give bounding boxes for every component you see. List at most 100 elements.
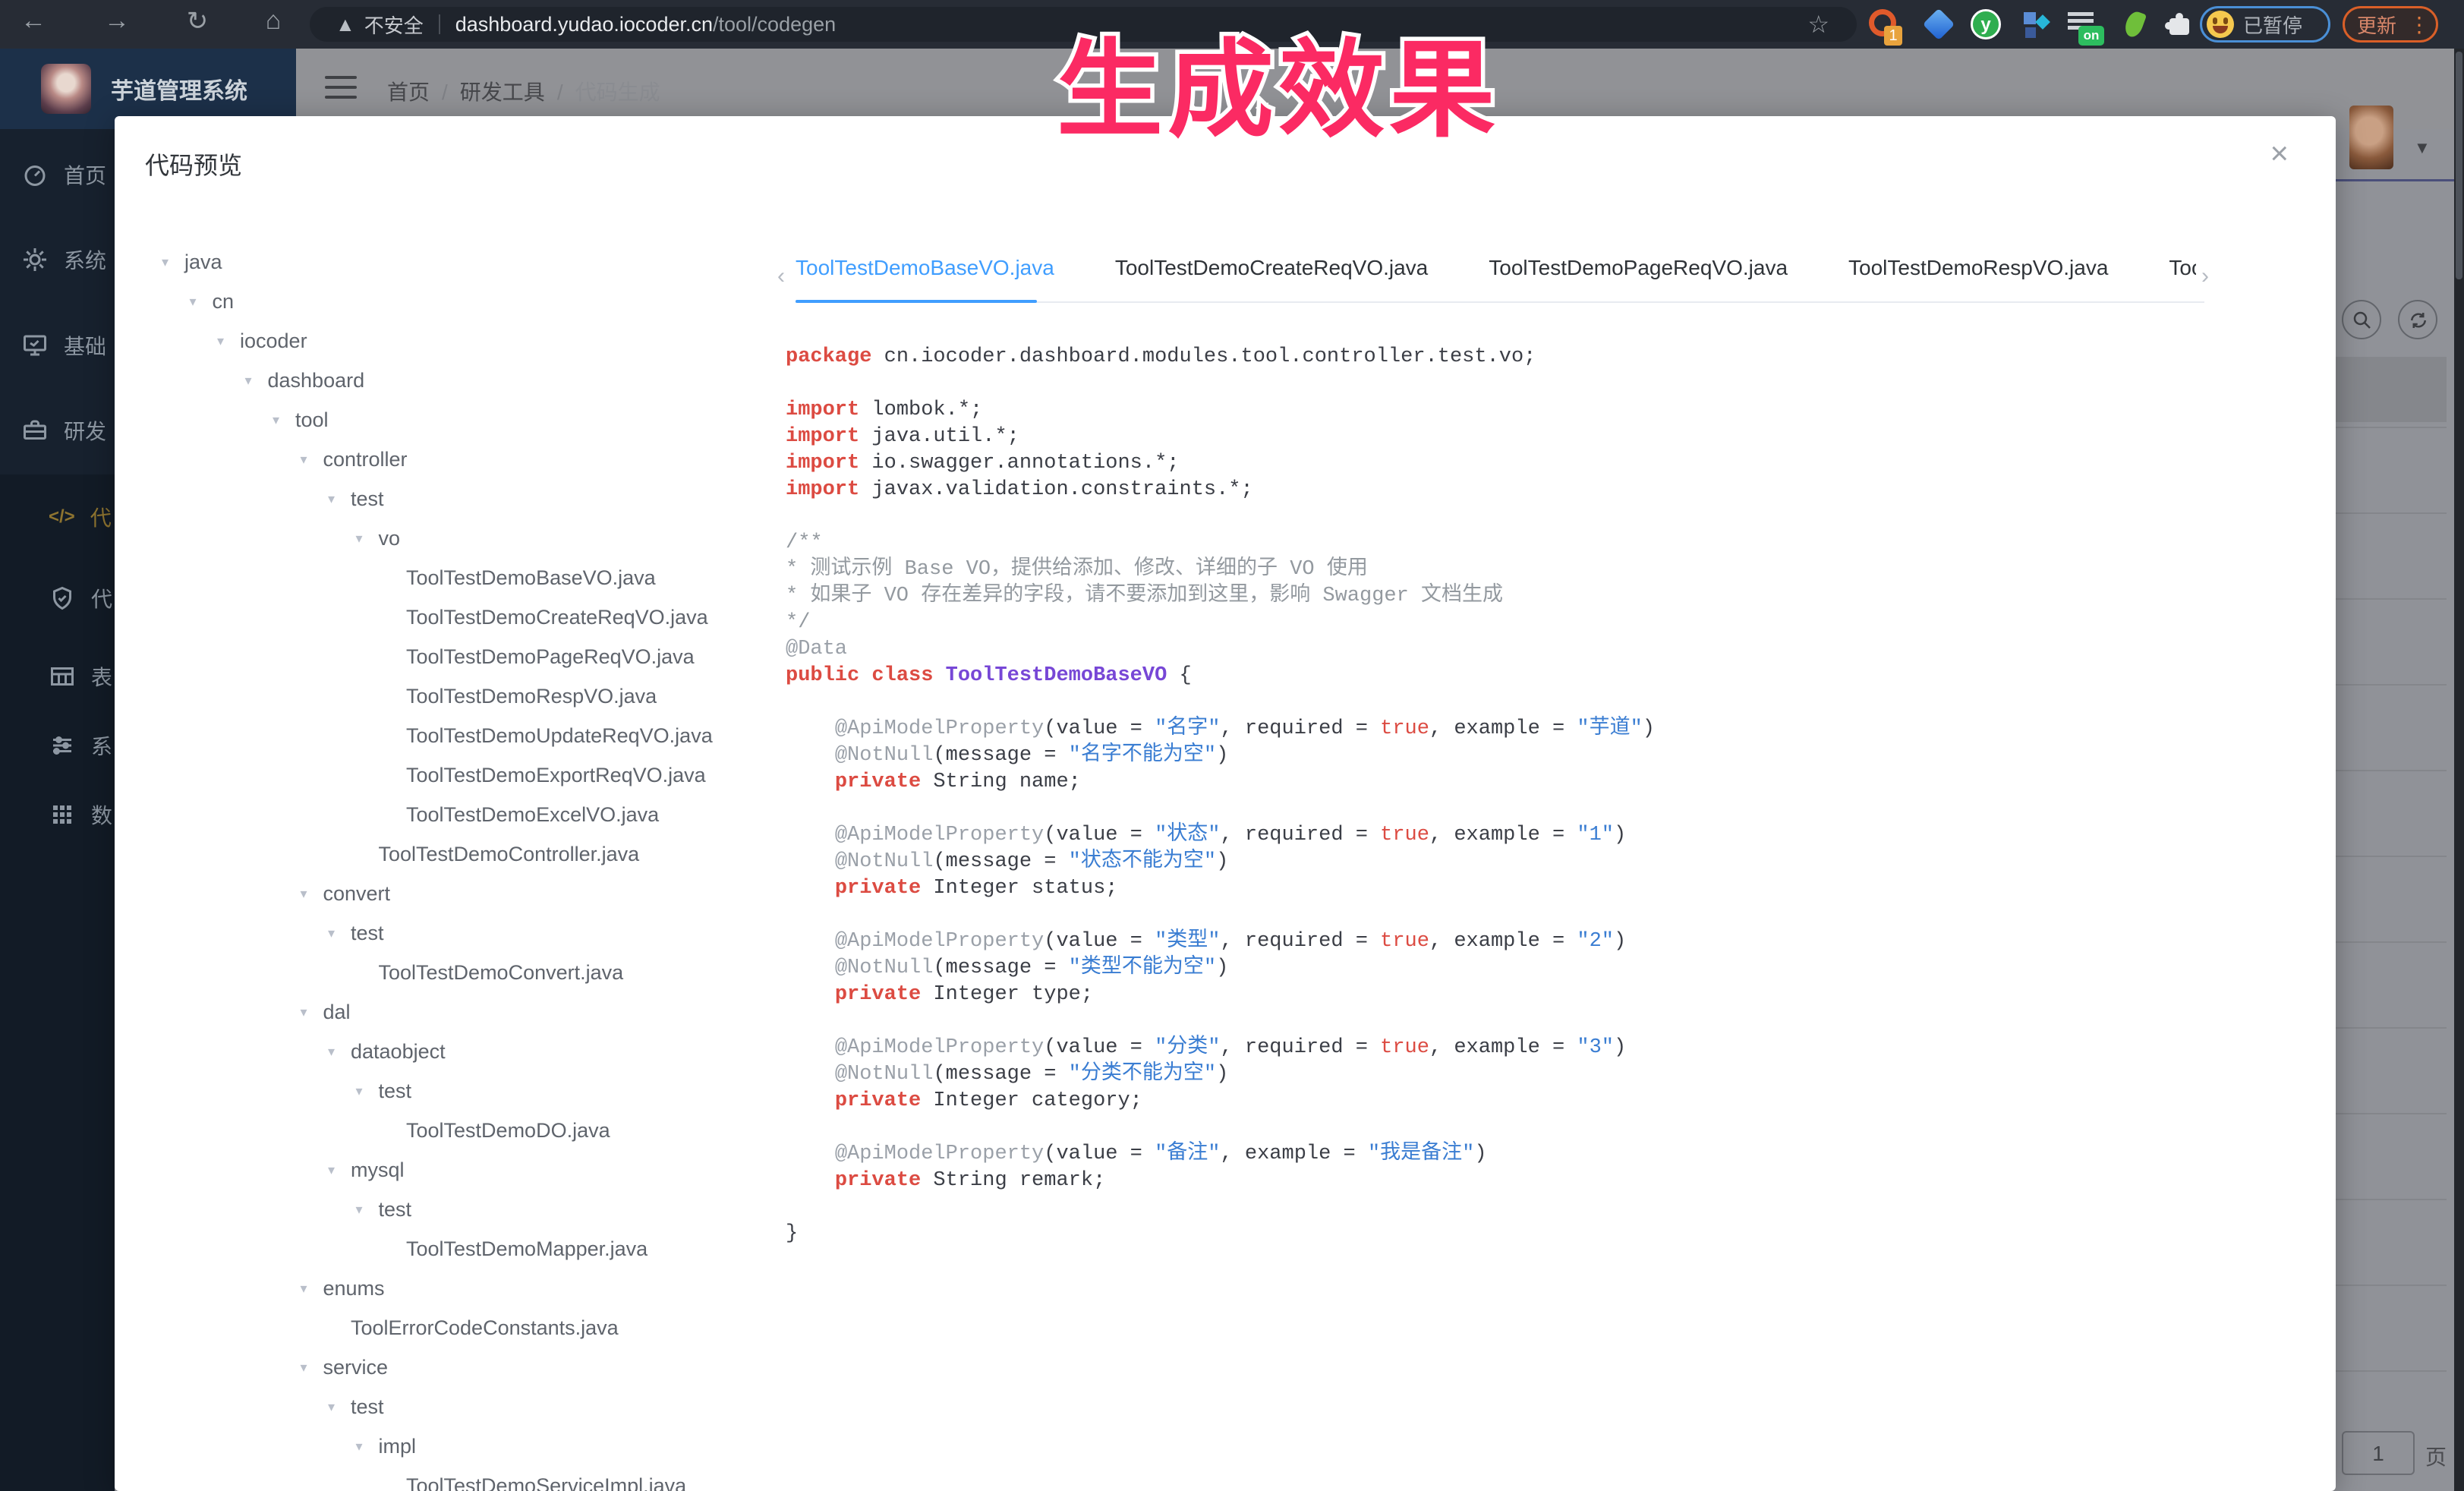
code-line: @NotNull(message = "分类不能为空") [786, 1061, 2304, 1088]
tree-node[interactable]: ▾dashboard [115, 361, 767, 400]
tree-node[interactable]: ▾tool [115, 400, 767, 440]
extension-gem-icon[interactable] [1924, 9, 1954, 39]
page-number-input[interactable]: 1 [2342, 1431, 2415, 1475]
file-tab[interactable]: ToolTestDemoRespVO.java [1848, 245, 2108, 291]
tree-caret-icon[interactable]: ▾ [328, 1032, 351, 1071]
tree-node[interactable]: ToolTestDemoServiceImpl.java [115, 1466, 767, 1491]
tree-node[interactable]: ▾dataobject [115, 1032, 767, 1071]
tree-node[interactable]: ▾controller [115, 440, 767, 479]
code-line [786, 1114, 2304, 1141]
breadcrumb-item[interactable]: 首页 [387, 80, 430, 104]
tree-caret-icon[interactable]: ▾ [356, 1426, 379, 1466]
tree-node[interactable]: ToolTestDemoExcelVO.java [115, 795, 767, 834]
sidebar-item-系[interactable]: 系 [0, 711, 115, 780]
browser-forward-icon[interactable]: → [99, 6, 135, 36]
tree-node[interactable]: ToolTestDemoRespVO.java [115, 676, 767, 716]
extension-leaf-icon[interactable] [2119, 9, 2150, 39]
tree-caret-icon[interactable]: ▾ [162, 242, 184, 282]
code-line: import java.util.*; [786, 424, 2304, 450]
user-avatar[interactable] [2349, 106, 2393, 169]
tree-node[interactable]: ▾vo [115, 519, 767, 558]
tree-node[interactable]: ▾mysql [115, 1150, 767, 1190]
table-search-button[interactable] [2342, 300, 2381, 339]
tree-caret-icon[interactable]: ▾ [273, 400, 295, 440]
tree-node[interactable]: ▾cn [115, 282, 767, 321]
user-menu-caret-icon[interactable]: ▼ [2414, 138, 2431, 158]
sidebar-item-数[interactable]: 数 [0, 780, 115, 849]
bookmark-star-icon[interactable]: ☆ [1807, 10, 1829, 39]
tree-node[interactable]: ToolTestDemoExportReqVO.java [115, 755, 767, 795]
tree-caret-icon[interactable]: ▾ [328, 1150, 351, 1190]
tree-caret-icon[interactable]: ▾ [356, 1071, 379, 1111]
extension-ubuntu-icon[interactable]: 1 [1869, 9, 1899, 39]
tree-caret-icon[interactable]: ▾ [328, 913, 351, 953]
tree-node[interactable]: ▾impl [115, 1426, 767, 1466]
tree-caret-icon[interactable]: ▾ [245, 361, 268, 400]
sidebar-item-代[interactable]: </>代 [0, 483, 115, 551]
tree-caret-icon[interactable]: ▾ [301, 874, 323, 913]
breadcrumb-item[interactable]: 研发工具 [460, 80, 545, 104]
tree-node[interactable]: ▾dal [115, 992, 767, 1032]
tree-caret-icon[interactable]: ▾ [356, 1190, 379, 1229]
sidebar-item-表[interactable]: 表 [0, 642, 115, 711]
page-divider [2336, 179, 2454, 181]
browser-update-button[interactable]: 更新 ⋮ [2343, 6, 2438, 43]
tree-node[interactable]: ToolTestDemoUpdateReqVO.java [115, 716, 767, 755]
tab-scroll-right-icon[interactable]: › [2201, 263, 2209, 289]
tree-node[interactable]: ▾java [115, 242, 767, 282]
code-line [786, 1194, 2304, 1221]
file-tab[interactable]: ToolTestDemoPageReqVO.java [1489, 245, 1788, 291]
extension-list-icon[interactable]: on [2068, 9, 2098, 39]
tree-node-label: ToolTestDemoPageReqVO.java [406, 637, 695, 676]
tree-node[interactable]: ▾service [115, 1348, 767, 1387]
tree-node[interactable]: ▾test [115, 1190, 767, 1229]
extensions-puzzle-icon[interactable] [2163, 9, 2194, 39]
sidebar-item-系统[interactable]: 系统 [0, 225, 115, 294]
tree-node[interactable]: ▾iocoder [115, 321, 767, 361]
browser-scrollbar[interactable] [2454, 49, 2464, 1491]
tree-caret-icon[interactable]: ▾ [328, 479, 351, 519]
tree-node[interactable]: ▾enums [115, 1269, 767, 1308]
tree-caret-icon[interactable]: ▾ [301, 440, 323, 479]
file-tab[interactable]: ToolTestDemoCreateReqVO.java [1115, 245, 1428, 291]
tab-scroll-left-icon[interactable]: ‹ [777, 263, 785, 289]
tree-caret-icon[interactable]: ▾ [301, 1348, 323, 1387]
file-tab[interactable]: ToolTe [2169, 245, 2196, 291]
table-refresh-button[interactable] [2398, 300, 2437, 339]
tree-node[interactable]: ▾test [115, 1071, 767, 1111]
sidebar-item-首页[interactable]: 首页 [0, 140, 115, 209]
extension-green-circle-icon[interactable]: y [1971, 9, 2001, 39]
tree-caret-icon[interactable]: ▾ [301, 1269, 323, 1308]
extension-squares-icon[interactable] [2021, 9, 2051, 39]
tree-caret-icon[interactable]: ▾ [217, 321, 240, 361]
dialog-close-icon[interactable]: × [2270, 137, 2289, 169]
browser-reload-icon[interactable]: ↻ [179, 6, 216, 36]
tree-node[interactable]: ▾test [115, 913, 767, 953]
tree-caret-icon[interactable]: ▾ [328, 1387, 351, 1426]
tree-node[interactable]: ToolTestDemoPageReqVO.java [115, 637, 767, 676]
scrollbar-thumb[interactable] [2456, 52, 2462, 279]
sidebar-item-基础[interactable]: 基础 [0, 311, 115, 380]
tree-node[interactable]: ▾convert [115, 874, 767, 913]
sidebar-item-代[interactable]: 代 [0, 564, 115, 632]
sidebar-item-label: 系统 [64, 244, 106, 275]
tree-node[interactable]: ToolTestDemoBaseVO.java [115, 558, 767, 597]
sidebar-toggle-icon[interactable] [325, 76, 357, 102]
tree-caret-icon[interactable]: ▾ [190, 282, 213, 321]
profile-paused-chip[interactable]: 已暂停 [2200, 6, 2330, 43]
tree-node[interactable]: ToolErrorCodeConstants.java [115, 1308, 767, 1348]
tree-caret-icon[interactable]: ▾ [301, 992, 323, 1032]
browser-back-icon[interactable]: ← [15, 6, 52, 36]
tree-caret-icon[interactable]: ▾ [356, 519, 379, 558]
tree-node[interactable]: ToolTestDemoConvert.java [115, 953, 767, 992]
sidebar-item-研发[interactable]: 研发 [0, 396, 115, 465]
tree-node[interactable]: ToolTestDemoCreateReqVO.java [115, 597, 767, 637]
tree-node[interactable]: ToolTestDemoMapper.java [115, 1229, 767, 1269]
browser-home-icon[interactable]: ⌂ [255, 6, 291, 36]
tree-node[interactable]: ▾test [115, 479, 767, 519]
file-tab[interactable]: ToolTestDemoBaseVO.java [796, 245, 1054, 291]
tree-node[interactable]: ToolTestDemoDO.java [115, 1111, 767, 1150]
tree-node[interactable]: ToolTestDemoController.java [115, 834, 767, 874]
browser-menu-icon[interactable]: ⋮ [2409, 12, 2430, 37]
tree-node[interactable]: ▾test [115, 1387, 767, 1426]
